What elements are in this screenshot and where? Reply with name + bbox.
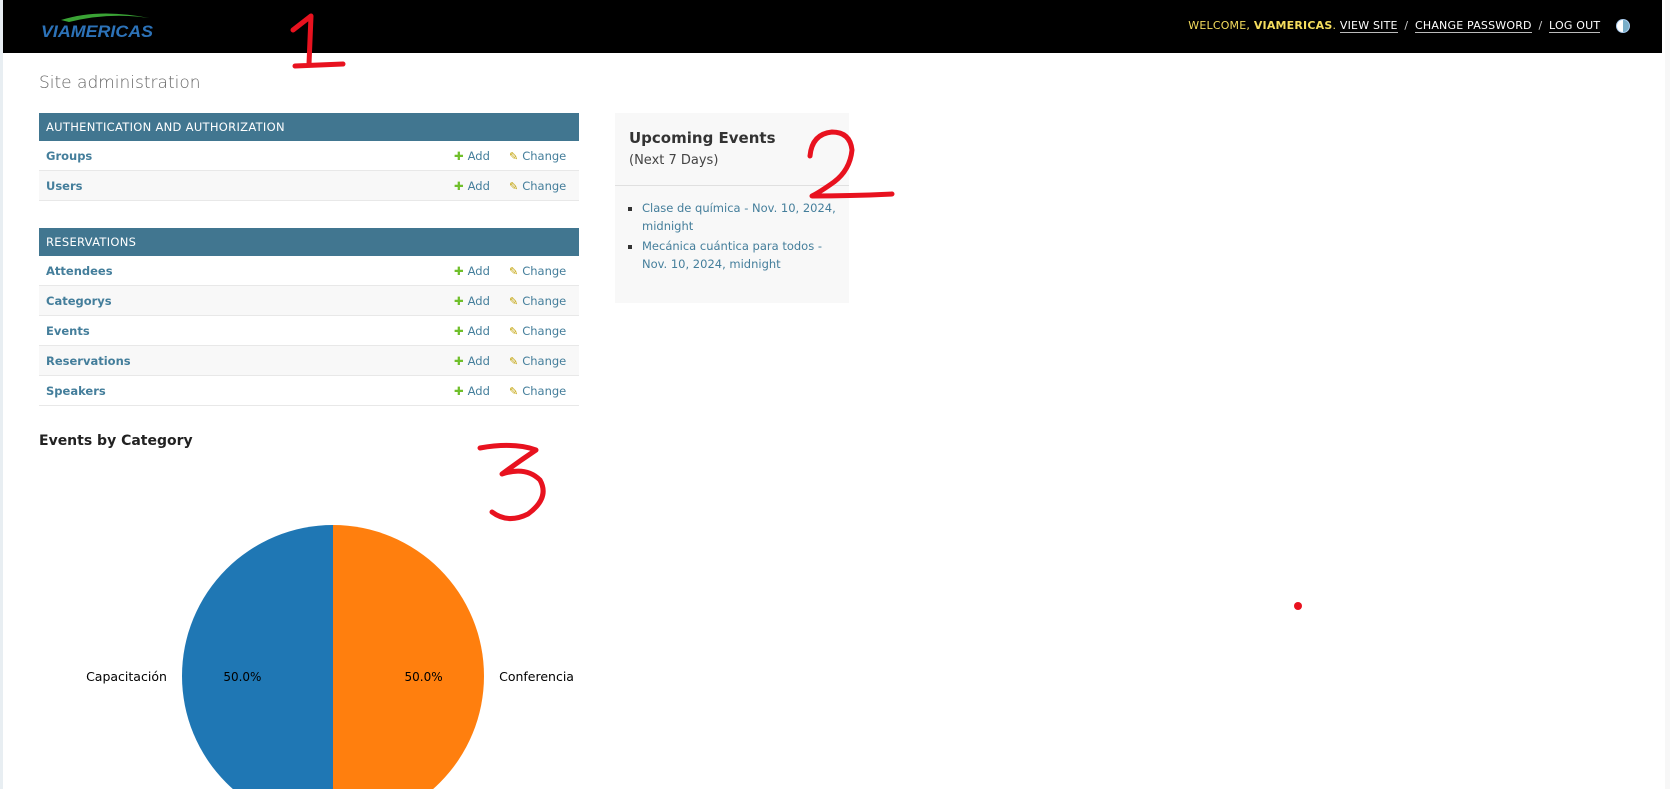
- viamericas-logo[interactable]: VIAMERICAS: [39, 10, 159, 42]
- change-link[interactable]: ✎ Change: [509, 354, 566, 368]
- plus-icon: ✚: [454, 324, 464, 338]
- annotation-2: [807, 129, 895, 199]
- upcoming-events-list: Clase de química - Nov. 10, 2024, midnig…: [629, 199, 838, 275]
- pie-category-label: Conferencia: [499, 669, 574, 684]
- model-link-groups[interactable]: Groups: [46, 149, 92, 163]
- separator: /: [1404, 19, 1409, 32]
- model-link-users[interactable]: Users: [46, 179, 83, 193]
- add-link[interactable]: ✚ Add: [454, 264, 490, 278]
- upcoming-events-title: Upcoming Events: [629, 129, 776, 147]
- add-link[interactable]: ✚ Add: [454, 354, 490, 368]
- pie-slice-capacitacion: [182, 525, 333, 789]
- pie-percent-label: 50.0%: [405, 670, 443, 684]
- plus-icon: ✚: [454, 354, 464, 368]
- add-link[interactable]: ✚ Add: [454, 384, 490, 398]
- annotation-3: [477, 442, 546, 521]
- module-row: Speakers ✚ Add ✎ Change: [39, 376, 579, 406]
- user-tools: WELCOME, VIAMERICAS. VIEW SITE / CHANGE …: [1188, 19, 1630, 33]
- left-edge-strip: [0, 0, 3, 789]
- pencil-icon: ✎: [509, 265, 519, 278]
- change-link[interactable]: ✎ Change: [509, 294, 566, 308]
- welcome-label: WELCOME,: [1188, 19, 1251, 32]
- plus-icon: ✚: [454, 384, 464, 398]
- module-row: Events ✚ Add ✎ Change: [39, 316, 579, 346]
- chart-title: Events by Category: [39, 433, 193, 449]
- model-link-speakers[interactable]: Speakers: [46, 384, 106, 398]
- separator: /: [1538, 19, 1543, 32]
- annotation-1: [290, 13, 346, 69]
- plus-icon: ✚: [454, 149, 464, 163]
- add-link[interactable]: ✚ Add: [454, 324, 490, 338]
- view-site-link[interactable]: VIEW SITE: [1339, 19, 1398, 33]
- change-link[interactable]: ✎ Change: [509, 149, 566, 163]
- pencil-icon: ✎: [509, 325, 519, 338]
- change-link[interactable]: ✎ Change: [509, 384, 566, 398]
- pencil-icon: ✎: [509, 355, 519, 368]
- plus-icon: ✚: [454, 294, 464, 308]
- module-row: Groups ✚ Add ✎ Change: [39, 141, 579, 171]
- pencil-icon: ✎: [509, 385, 519, 398]
- plus-icon: ✚: [454, 264, 464, 278]
- page-title: Site administration: [39, 73, 201, 93]
- add-link[interactable]: ✚ Add: [454, 149, 490, 163]
- module-row: Reservations ✚ Add ✎ Change: [39, 346, 579, 376]
- add-link[interactable]: ✚ Add: [454, 294, 490, 308]
- module-caption[interactable]: RESERVATIONS: [39, 228, 579, 256]
- logo-text: VIAMERICAS: [41, 22, 154, 41]
- module-caption[interactable]: AUTHENTICATION AND AUTHORIZATION: [39, 113, 579, 141]
- model-link-categorys[interactable]: Categorys: [46, 294, 112, 308]
- pencil-icon: ✎: [509, 180, 519, 193]
- module-reservations: RESERVATIONS Attendees ✚ Add ✎ Change Cate…: [39, 228, 579, 406]
- admin-header: VIAMERICAS WELCOME, VIAMERICAS. VIEW SIT…: [3, 0, 1662, 53]
- upcoming-event-item[interactable]: Mecánica cuántica para todos - Nov. 10, …: [642, 237, 838, 273]
- username: VIAMERICAS: [1253, 19, 1333, 32]
- change-password-link[interactable]: CHANGE PASSWORD: [1414, 19, 1532, 33]
- module-row: Attendees ✚ Add ✎ Change: [39, 256, 579, 286]
- module-row: Categorys ✚ Add ✎ Change: [39, 286, 579, 316]
- model-link-attendees[interactable]: Attendees: [46, 264, 113, 278]
- module-auth: AUTHENTICATION AND AUTHORIZATION Groups …: [39, 113, 579, 201]
- pie-percent-label: 50.0%: [223, 670, 261, 684]
- pencil-icon: ✎: [509, 295, 519, 308]
- theme-toggle-icon[interactable]: [1616, 19, 1630, 33]
- right-gutter: [1665, 0, 1670, 789]
- model-link-reservations[interactable]: Reservations: [46, 354, 131, 368]
- module-row: Users ✚ Add ✎ Change: [39, 171, 579, 201]
- pie-slice-conferencia: [333, 525, 484, 789]
- log-out-link[interactable]: LOG OUT: [1549, 19, 1601, 33]
- upcoming-events-subtitle: (Next 7 Days): [629, 153, 719, 168]
- annotation-dot: [1294, 602, 1302, 610]
- change-link[interactable]: ✎ Change: [509, 264, 566, 278]
- model-link-events[interactable]: Events: [46, 324, 90, 338]
- plus-icon: ✚: [454, 179, 464, 193]
- add-link[interactable]: ✚ Add: [454, 179, 490, 193]
- pencil-icon: ✎: [509, 150, 519, 163]
- pie-category-label: Capacitación: [86, 669, 167, 684]
- change-link[interactable]: ✎ Change: [509, 179, 566, 193]
- change-link[interactable]: ✎ Change: [509, 324, 566, 338]
